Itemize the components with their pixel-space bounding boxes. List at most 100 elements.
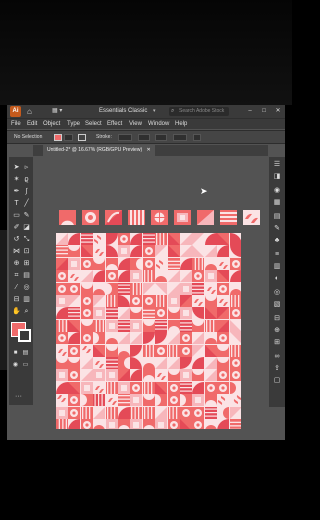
lasso-tool-icon[interactable]: ϱ — [22, 175, 31, 184]
type-tool-icon[interactable]: T — [12, 199, 21, 208]
column-graph-tool-icon[interactable]: ▥ — [22, 295, 31, 304]
canvas-area[interactable]: ➤ — [33, 156, 268, 440]
eraser-tool-icon[interactable]: ◪ — [22, 223, 31, 232]
magic-wand-tool-icon[interactable]: ✶ — [12, 175, 21, 184]
menu-select[interactable]: Select — [85, 120, 102, 129]
symbol-tile[interactable] — [151, 210, 168, 225]
line-tool-icon[interactable]: ╱ — [22, 199, 31, 208]
links-panel-icon[interactable]: ∞ — [272, 352, 282, 361]
swatches-panel-icon[interactable]: ▤ — [272, 212, 282, 221]
document-tab[interactable]: Untitled-2* @ 16.67% (RGB/GPU Preview) ✕ — [43, 145, 155, 156]
perspective-grid-tool-icon[interactable]: ⊞ — [22, 259, 31, 268]
symbol-tile[interactable] — [243, 210, 260, 225]
pen-tool-icon[interactable]: ✒ — [12, 187, 21, 196]
shape-builder-tool-icon[interactable]: ⊕ — [12, 259, 21, 268]
gradient-panel-icon[interactable]: ▥ — [272, 262, 282, 271]
menu-window[interactable]: Window — [148, 120, 169, 129]
direct-selection-tool-icon[interactable]: ▹ — [22, 163, 31, 172]
pattern-tile — [155, 282, 168, 295]
rotate-tool-icon[interactable]: ↺ — [12, 235, 21, 244]
pattern-tile — [204, 419, 217, 429]
transparency-panel-icon[interactable]: ◐ — [272, 274, 282, 283]
style-dropdown[interactable] — [173, 134, 187, 141]
artboard-tool-icon[interactable]: ⊟ — [12, 295, 21, 304]
asset-export-panel-icon[interactable]: ⇪ — [272, 364, 282, 373]
gradient-mode-icon[interactable]: ▤ — [21, 349, 30, 358]
fill-swatch[interactable] — [54, 134, 62, 141]
hand-tool-icon[interactable]: ✋ — [12, 307, 21, 316]
scale-tool-icon[interactable]: ⤡ — [22, 235, 31, 244]
properties-panel-icon[interactable]: ☰ — [272, 160, 282, 169]
maximize-button[interactable]: □ — [259, 107, 269, 116]
width-tool-icon[interactable]: ⋈ — [12, 247, 21, 256]
workspace-switcher[interactable]: Essentials Classic — [99, 107, 147, 116]
variable-width-profile[interactable] — [138, 134, 150, 141]
drawing-mode-icon[interactable]: ◉ — [11, 361, 20, 370]
color-panel-icon[interactable]: ◉ — [272, 186, 282, 195]
pattern-tile — [167, 295, 180, 307]
more-tools-icon[interactable]: ··· — [15, 393, 22, 400]
menu-type[interactable]: Type — [67, 120, 80, 129]
align-panel-icon[interactable]: ⊟ — [272, 314, 282, 323]
fill-dropdown[interactable] — [64, 134, 73, 141]
screen-mode-icon[interactable]: ▭ — [21, 361, 30, 370]
stock-search-field[interactable]: ⌕ Search Adobe Stock — [169, 107, 229, 116]
home-icon[interactable]: ⌂ — [27, 107, 36, 116]
brushes-panel-icon[interactable]: ✎ — [272, 224, 282, 233]
menu-edit[interactable]: Edit — [27, 120, 37, 129]
mesh-tool-icon[interactable]: ⌗ — [12, 271, 21, 280]
stroke-swatch[interactable] — [78, 134, 86, 141]
pattern-tile — [130, 245, 143, 258]
artboard-pattern[interactable] — [56, 233, 241, 429]
menu-object[interactable]: Object — [43, 120, 60, 129]
shaper-tool-icon[interactable]: ✐ — [12, 223, 21, 232]
menu-effect[interactable]: Effect — [107, 120, 122, 129]
symbol-tile[interactable] — [128, 210, 145, 225]
menu-help[interactable]: Help — [175, 120, 187, 129]
selection-tool-icon[interactable]: ➤ — [12, 163, 21, 172]
symbol-tile[interactable] — [82, 210, 99, 225]
brush-definition[interactable] — [155, 134, 167, 141]
pattern-tile — [229, 257, 241, 270]
symbols-panel-icon[interactable]: ♣ — [272, 236, 282, 245]
free-transform-tool-icon[interactable]: ⊡ — [22, 247, 31, 256]
zoom-tool-icon[interactable]: ⌕ — [22, 307, 31, 316]
menu-file[interactable]: File — [11, 120, 21, 129]
gradient-tool-icon[interactable]: ▤ — [22, 271, 31, 280]
symbol-tile[interactable] — [197, 210, 214, 225]
layers-panel-icon[interactable]: ◨ — [272, 172, 282, 181]
stroke-color-swatch[interactable] — [18, 329, 31, 342]
pattern-tile — [180, 394, 192, 407]
pattern-tile — [217, 332, 230, 345]
symbol-tile[interactable] — [220, 210, 237, 225]
pattern-tile — [118, 307, 130, 320]
blend-tool-icon[interactable]: ◎ — [22, 283, 31, 292]
paintbrush-tool-icon[interactable]: ✎ — [22, 211, 31, 220]
pattern-tile — [68, 257, 81, 270]
stroke-panel-icon[interactable]: ≡ — [272, 250, 282, 259]
close-tab-icon[interactable]: ✕ — [147, 147, 151, 153]
menu-view[interactable]: View — [129, 120, 142, 129]
arrange-documents-icon[interactable]: ▦ ▾ — [52, 108, 66, 115]
minimize-button[interactable]: – — [245, 107, 255, 116]
close-window-button[interactable]: ✕ — [273, 107, 283, 116]
eyedropper-tool-icon[interactable]: ⁄ — [12, 283, 21, 292]
appearance-panel-icon[interactable]: ◎ — [272, 288, 282, 297]
opacity-dropdown[interactable] — [193, 134, 201, 141]
symbol-tile[interactable] — [59, 210, 76, 225]
pattern-tile — [80, 394, 93, 407]
pathfinder-panel-icon[interactable]: ⊕ — [272, 326, 282, 335]
artboards-panel-icon[interactable]: ▢ — [272, 376, 282, 385]
graphic-styles-panel-icon[interactable]: ▧ — [272, 300, 282, 309]
color-mode-icon[interactable]: ■ — [11, 349, 20, 358]
stroke-weight-field[interactable] — [118, 134, 132, 141]
pattern-tile — [105, 295, 118, 307]
symbol-tile[interactable] — [105, 210, 122, 225]
symbol-tile[interactable] — [174, 210, 191, 225]
color-guide-panel-icon[interactable]: ▦ — [272, 198, 282, 207]
chevron-down-icon[interactable]: ▾ — [153, 107, 156, 116]
transform-panel-icon[interactable]: ⊞ — [272, 338, 282, 347]
rectangle-tool-icon[interactable]: ▭ — [12, 211, 21, 220]
pattern-tile — [130, 344, 143, 357]
curvature-tool-icon[interactable]: ∫ — [22, 187, 31, 196]
